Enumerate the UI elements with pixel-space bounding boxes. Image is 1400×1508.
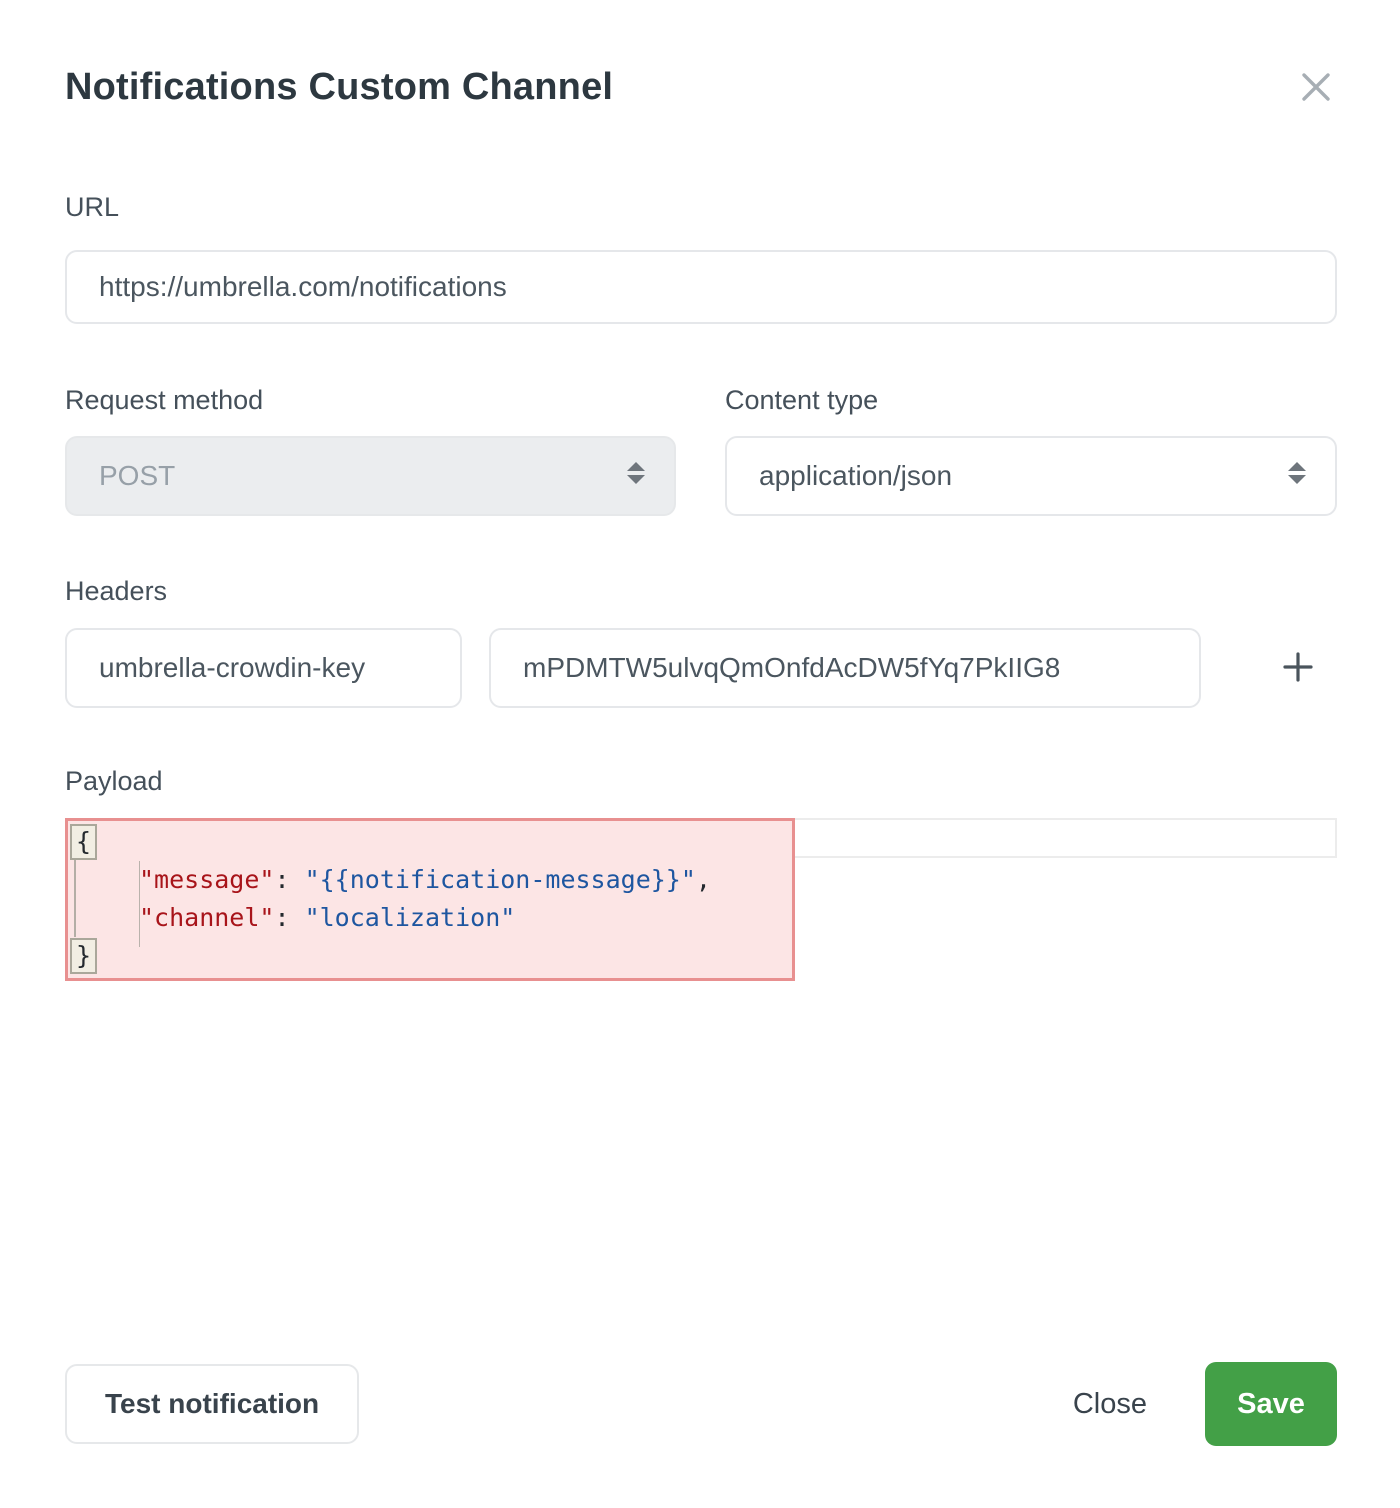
- plus-icon: [1281, 650, 1315, 687]
- code-line-4: }: [68, 937, 792, 975]
- header-value-input[interactable]: [489, 628, 1201, 708]
- header-key-input[interactable]: [65, 628, 462, 708]
- json-key: "message": [139, 865, 274, 894]
- code-line-1: {: [68, 823, 792, 861]
- sort-arrows-icon: [1285, 459, 1309, 494]
- matching-bracket: }: [70, 938, 97, 974]
- dialog-footer: Test notification Close Save: [65, 1362, 1337, 1446]
- url-input[interactable]: [65, 250, 1337, 324]
- add-header-button[interactable]: [1266, 628, 1330, 708]
- json-value: "localization": [305, 903, 516, 932]
- json-key: "channel": [139, 903, 274, 932]
- request-method-select: POST: [65, 436, 676, 516]
- content-type-label: Content type: [725, 385, 878, 416]
- url-label: URL: [65, 192, 119, 223]
- matching-bracket: {: [70, 824, 97, 860]
- content-type-value: application/json: [759, 460, 952, 492]
- save-button[interactable]: Save: [1205, 1362, 1337, 1446]
- json-value: "{{notification-message}}": [305, 865, 696, 894]
- code-line-2: "message": "{{notification-message}}",: [68, 861, 792, 899]
- test-notification-button[interactable]: Test notification: [65, 1364, 359, 1444]
- headers-label: Headers: [65, 576, 167, 607]
- page-title: Notifications Custom Channel: [65, 66, 613, 109]
- request-method-value: POST: [99, 460, 175, 492]
- x-icon: [1298, 69, 1334, 108]
- sort-arrows-icon: [624, 459, 648, 494]
- request-method-label: Request method: [65, 385, 263, 416]
- payload-label: Payload: [65, 766, 163, 797]
- close-dialog-button[interactable]: [1294, 66, 1338, 110]
- payload-editor[interactable]: { "message": "{{notification-message}}",…: [65, 818, 1337, 978]
- code-line-3: "channel": "localization": [68, 899, 792, 937]
- payload-error-highlight[interactable]: { "message": "{{notification-message}}",…: [65, 818, 795, 981]
- content-type-select[interactable]: application/json: [725, 436, 1337, 516]
- close-button[interactable]: Close: [1073, 1388, 1147, 1421]
